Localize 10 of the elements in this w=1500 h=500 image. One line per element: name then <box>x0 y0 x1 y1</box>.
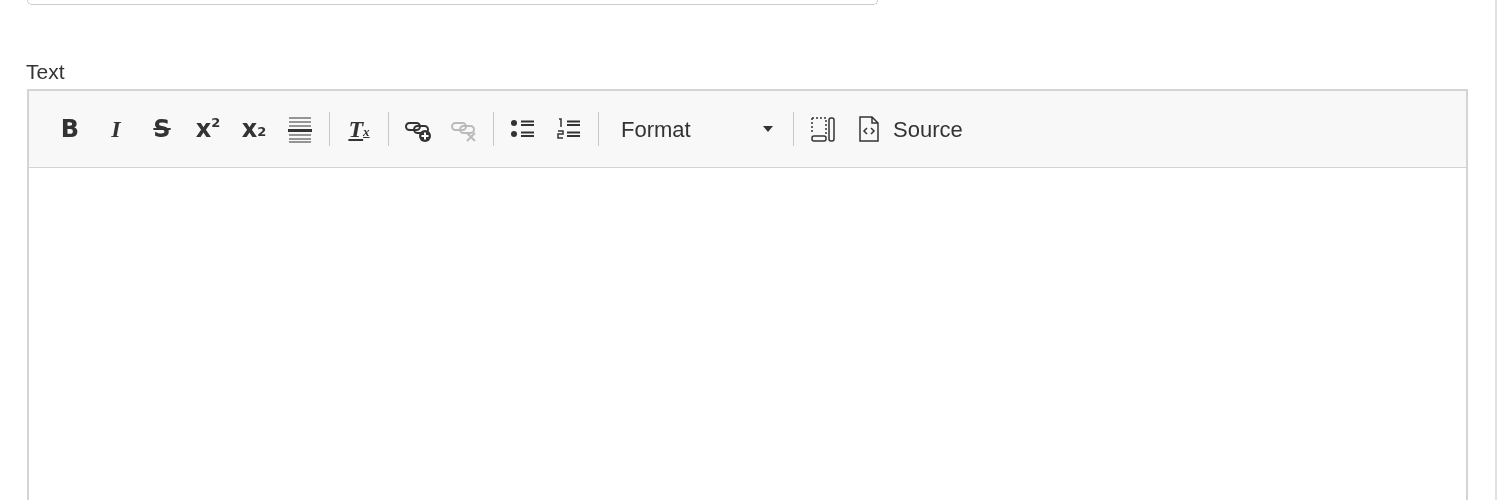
horizontal-rule-icon <box>286 115 314 143</box>
field-label: Text <box>26 60 66 84</box>
superscript-button[interactable]: x$^{2}$ <box>185 109 231 149</box>
source-button[interactable]: Source <box>846 109 972 149</box>
strikethrough-button[interactable]: S <box>139 109 185 149</box>
format-dropdown[interactable]: Format <box>605 109 787 149</box>
italic-button[interactable]: I <box>93 109 139 149</box>
show-blocks-icon <box>809 115 837 143</box>
caret-icon <box>763 126 773 132</box>
bold-button[interactable]: B <box>47 109 93 149</box>
